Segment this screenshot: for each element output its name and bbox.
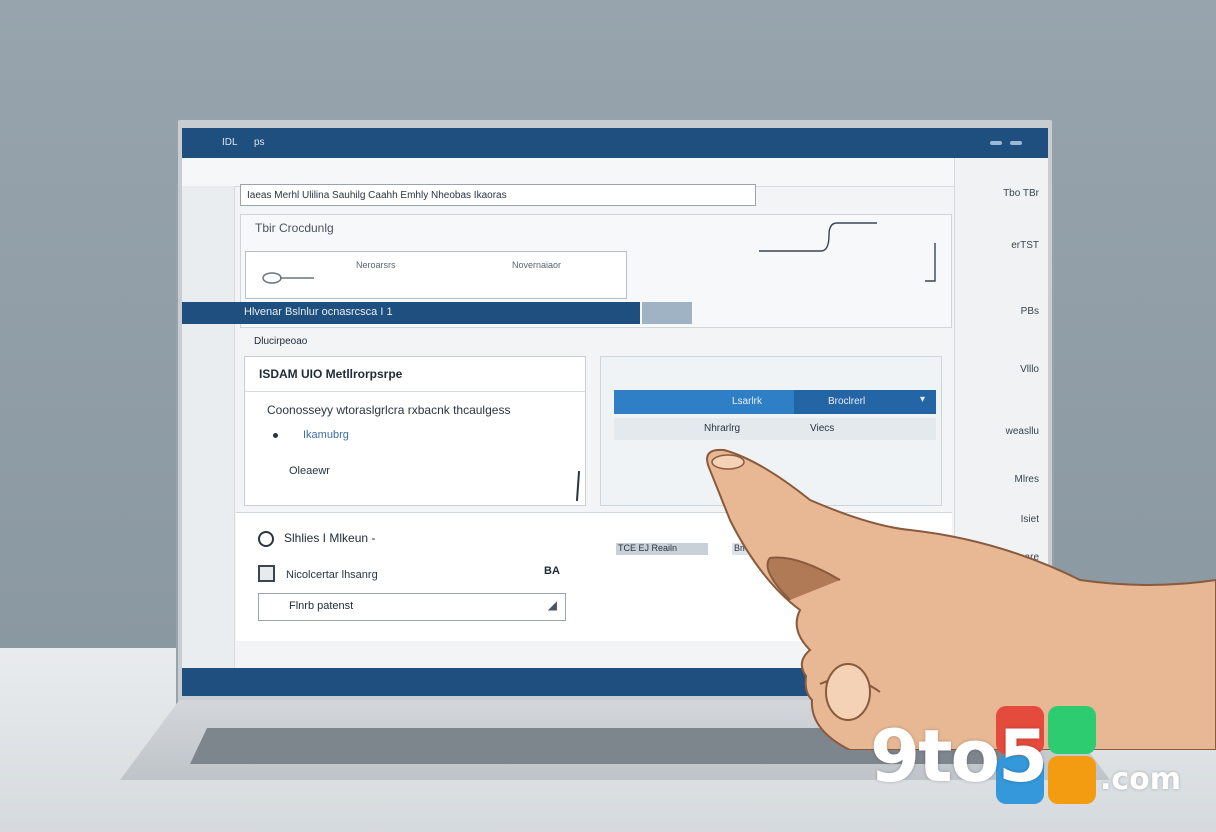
preview-box: Neroarsrs Novernaiaor — [245, 251, 627, 299]
search-field[interactable]: Iaeas Merhl Ulilina Sauhilg Caahh Emhly … — [240, 184, 756, 206]
window-title-secondary: ps — [254, 137, 265, 148]
sidebar-item[interactable]: PBs — [1021, 306, 1039, 317]
action-bar: Lsarlrk Broclrerl ▾ — [614, 390, 936, 414]
connector-graphic — [759, 222, 936, 282]
window-title: IDL — [222, 137, 238, 148]
preview-label: Neroarsrs — [356, 260, 396, 270]
action-button[interactable]: Lsarlrk — [732, 396, 762, 407]
checkbox[interactable] — [258, 565, 275, 582]
key-icon — [262, 272, 314, 284]
brand-text: 9to5 — [870, 714, 1048, 798]
sidebar-item[interactable]: Vlllo — [1020, 364, 1039, 375]
dropdown-label: Broclrerl — [828, 396, 866, 407]
sidebar-item[interactable]: erTST — [1011, 240, 1039, 251]
card-title: ISDAM UIO Metllrorpsrpe — [259, 367, 403, 381]
option-link[interactable]: Ikamubrg — [303, 429, 349, 441]
scroll-handle[interactable] — [575, 470, 581, 502]
window-control-icon[interactable] — [990, 141, 1002, 145]
select-value: Flnrb patenst — [289, 600, 354, 612]
divider — [245, 391, 585, 392]
toolbar — [182, 158, 1048, 187]
brand-logo: 9to5 .com — [870, 700, 1210, 815]
window-control-icon[interactable] — [1010, 141, 1022, 145]
blocked-icon — [258, 531, 274, 547]
tag-chip[interactable]: TCE EJ Reailn — [616, 543, 708, 555]
checkbox-label: Nicolcertar lhsanrg — [286, 569, 378, 581]
header-action-button[interactable] — [642, 302, 692, 324]
section-header-bar: Hlvenar Bslnlur ocnasrcsca I 1 — [182, 302, 640, 324]
panel-heading: Tbir Crocdunlg — [255, 221, 334, 235]
chevron-down-icon: ◢ — [547, 598, 557, 612]
option-label[interactable]: Oleaewr — [289, 465, 330, 477]
sidebar-item[interactable]: Tbo TBr — [1003, 188, 1039, 199]
sidebar — [182, 186, 235, 696]
select-field[interactable]: Flnrb patenst ◢ — [258, 593, 566, 621]
value-text: BA — [544, 565, 560, 577]
window-titlebar: IDL ps — [182, 128, 1048, 158]
chevron-down-icon: ▾ — [920, 394, 926, 405]
brand-suffix: .com — [1100, 762, 1182, 797]
section-subtitle: Dlucirpeoao — [254, 336, 308, 347]
section-heading: Slhlies I Mlkeun - — [284, 531, 376, 545]
card-description: Coonosseyy wtoraslgrlcra rxbacnk thcaulg… — [267, 403, 511, 417]
bullet-icon — [273, 433, 278, 438]
settings-card: ISDAM UIO Metllrorpsrpe Coonosseyy wtora… — [244, 356, 586, 506]
preview-label: Novernaiaor — [512, 260, 562, 270]
